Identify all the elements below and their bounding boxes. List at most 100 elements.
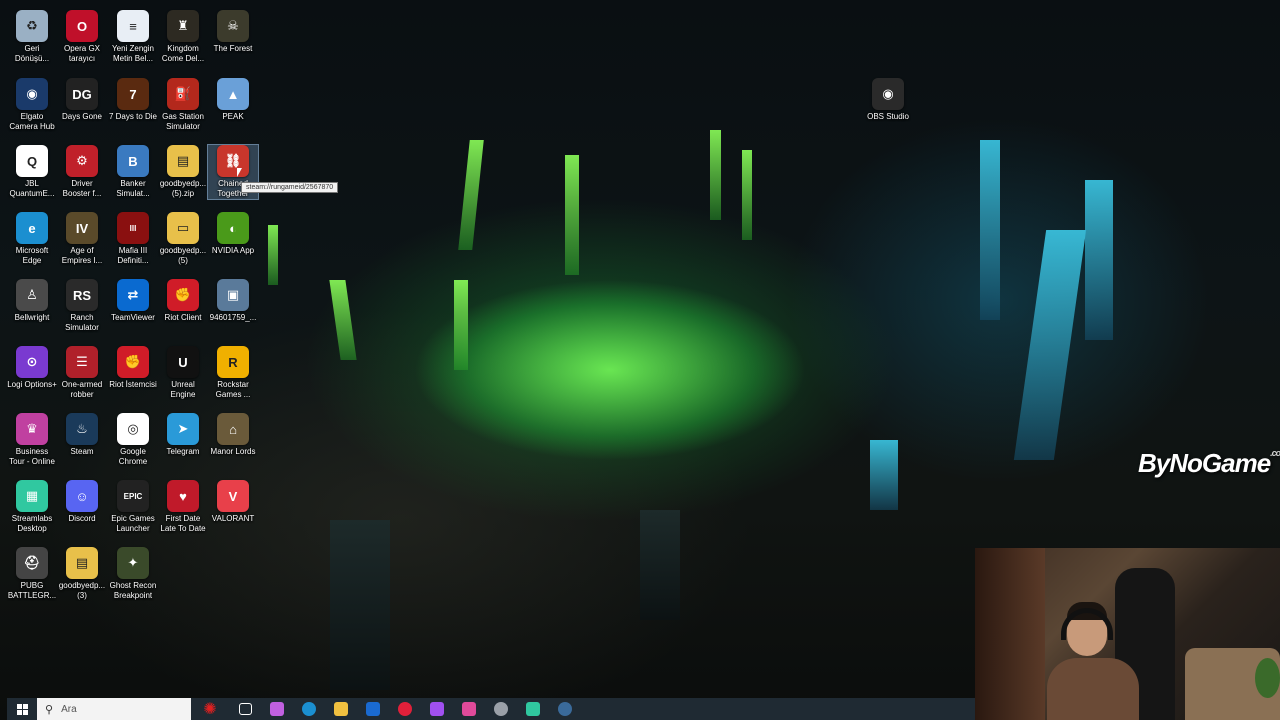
desktop-icon[interactable]: ♨ Steam: [57, 413, 107, 457]
rockstar-games-icon: R: [217, 346, 249, 378]
outlook-icon: [366, 702, 380, 716]
copilot-icon: [270, 702, 284, 716]
desktop-icon[interactable]: ♛ Business Tour - Online M...: [7, 413, 57, 467]
desktop-icon[interactable]: ⌂ Manor Lords: [208, 413, 258, 457]
edge-taskbar-icon: [302, 702, 316, 716]
search-highlight-icon[interactable]: ✺: [191, 698, 229, 720]
wallpaper-tower: [980, 140, 1000, 320]
desktop-icon[interactable]: B Banker Simulat...: [108, 145, 158, 199]
desktop-icon-label: Logi Options+: [7, 380, 57, 389]
desktop-icon[interactable]: IV Age of Empires I...: [57, 212, 107, 266]
holiday-highlight-icon: ✺: [203, 701, 217, 718]
desktop-icon-label: Business Tour - Online M...: [9, 447, 55, 466]
opera-gx-taskbar-icon: [398, 702, 412, 716]
desktop-icon[interactable]: ▤ goodbyedp... (3): [57, 547, 107, 601]
taskbar-app-button[interactable]: [229, 698, 261, 720]
desktop-icon-label: goodbyedp... (3): [58, 581, 106, 600]
desktop-icon[interactable]: ▭ goodbyedp... (5): [158, 212, 208, 266]
desktop-icon-label: Ranch Simulator: [65, 313, 99, 332]
image-file-icon: ▣: [217, 279, 249, 311]
wallpaper-tower: [870, 440, 898, 510]
opera-gx-icon: O: [66, 10, 98, 42]
desktop-icon[interactable]: ⇄ TeamViewer: [108, 279, 158, 323]
desktop-icon[interactable]: ≡ Yeni Zengin Metin Bel...: [108, 10, 158, 64]
taskbar-app-button[interactable]: [453, 698, 485, 720]
wallpaper-tower: [329, 280, 357, 360]
desktop-icon[interactable]: III Mafia III Definiti...: [108, 212, 158, 266]
desktop-icon[interactable]: ♜ Kingdom Come Del...: [158, 10, 208, 64]
desktop-icon-label: goodbyedp... (5).zip: [159, 179, 207, 198]
desktop-icon[interactable]: ✊ Riot Client: [158, 279, 208, 323]
watermark-suffix: .com: [1270, 448, 1280, 458]
desktop-icon[interactable]: ♥ First Date Late To Date: [158, 480, 208, 534]
desktop-icon[interactable]: ♻ Geri Dönüşü...: [7, 10, 57, 64]
desktop-icon[interactable]: RS Ranch Simulator: [57, 279, 107, 333]
desktop-icon[interactable]: U Unreal Engine: [158, 346, 208, 400]
taskbar-app-button[interactable]: [421, 698, 453, 720]
desktop-icon[interactable]: ⛑ PUBG BATTLEGR...: [7, 547, 57, 601]
desktop-icon-label: Manor Lords: [210, 447, 256, 456]
7-days-to-die-icon: 7: [117, 78, 149, 110]
taskbar-app-button[interactable]: [325, 698, 357, 720]
first-date-icon: ♥: [167, 480, 199, 512]
desktop-icon[interactable]: 7 7 Days to Die: [108, 78, 158, 122]
desktop-icon-label: JBL QuantumE...: [9, 179, 55, 198]
desktop-icon-label: Ghost Recon Breakpoint: [109, 581, 157, 600]
channel-watermark: ByNoGame.com: [1138, 448, 1280, 479]
desktop-icon[interactable]: O Opera GX tarayıcı: [57, 10, 107, 64]
desktop-icon[interactable]: EPIC Epic Games Launcher: [108, 480, 158, 534]
desktop-icon[interactable]: ⚙ Driver Booster f...: [57, 145, 107, 199]
taskbar-app-button[interactable]: [293, 698, 325, 720]
desktop-icon-label: Microsoft Edge: [15, 246, 49, 265]
desktop-icon[interactable]: ▦ Streamlabs Desktop: [7, 480, 57, 534]
taskbar-search[interactable]: ⚲ Ara: [37, 698, 191, 720]
webcam-overlay: [975, 548, 1280, 720]
zip-archive-icon: ▤: [167, 145, 199, 177]
desktop-icon[interactable]: ◉ OBS Studio: [863, 78, 913, 122]
desktop-icon[interactable]: ☺ Discord: [57, 480, 107, 524]
desktop-icon[interactable]: ♙ Bellwright: [7, 279, 57, 323]
taskbar: ⚲ Ara ✺: [7, 698, 975, 720]
settings-icon: [494, 702, 508, 716]
desktop-icon[interactable]: e Microsoft Edge: [7, 212, 57, 266]
start-button[interactable]: [7, 698, 37, 720]
taskbar-app-button[interactable]: [517, 698, 549, 720]
desktop-icon[interactable]: ☠ The Forest: [208, 10, 258, 54]
desktop-icon-label: Rockstar Games ...: [215, 380, 251, 399]
desktop-icon[interactable]: ☰ One-armed robber: [57, 346, 107, 400]
desktop-icon[interactable]: ✊ Riot İstemcisi: [108, 346, 158, 390]
desktop-icon-label: VALORANT: [211, 514, 255, 523]
webcam-person-body: [1047, 658, 1139, 720]
wallpaper-tower: [710, 130, 721, 220]
taskbar-app-button[interactable]: [389, 698, 421, 720]
desktop-icon[interactable]: ▲ PEAK: [208, 78, 258, 122]
desktop-icon-label: Riot İstemcisi: [109, 380, 157, 389]
desktop-icon[interactable]: ◉ Elgato Camera Hub: [7, 78, 57, 132]
desktop-icon[interactable]: ⊙ Logi Options+: [7, 346, 57, 390]
desktop-icon[interactable]: ⛽ Gas Station Simulator: [158, 78, 208, 132]
taskbar-app-button[interactable]: [549, 698, 581, 720]
taskbar-app-button[interactable]: [261, 698, 293, 720]
desktop-icon-label: Elgato Camera Hub: [9, 112, 55, 131]
desktop-icon-label: Streamlabs Desktop: [11, 514, 53, 533]
windows-start-icon: [16, 703, 28, 715]
desktop-icon[interactable]: ▣ 94601759_...: [208, 279, 258, 323]
desktop-icon[interactable]: Q JBL QuantumE...: [7, 145, 57, 199]
desktop-icon-label: Bellwright: [14, 313, 50, 322]
logi-options-icon: ⊙: [16, 346, 48, 378]
instagram-icon: [462, 702, 476, 716]
shortcut-tooltip: steam://rungameid/2567870: [241, 182, 339, 193]
desktop-icon[interactable]: ▤ goodbyedp... (5).zip: [158, 145, 208, 199]
chained-together-icon: ⛓: [217, 145, 249, 177]
desktop-icon[interactable]: ➤ Telegram: [158, 413, 208, 457]
desktop-icon[interactable]: ◐ NVIDIA App: [208, 212, 258, 256]
desktop-icon[interactable]: R Rockstar Games ...: [208, 346, 258, 400]
desktop-icon[interactable]: V VALORANT: [208, 480, 258, 524]
desktop-icon[interactable]: DG Days Gone: [57, 78, 107, 122]
zip-archive-icon: ▤: [66, 547, 98, 579]
desktop-icon[interactable]: ◎ Google Chrome: [108, 413, 158, 467]
taskbar-app-button[interactable]: [357, 698, 389, 720]
taskbar-app-button[interactable]: [485, 698, 517, 720]
business-tour-icon: ♛: [16, 413, 48, 445]
desktop-icon[interactable]: ✦ Ghost Recon Breakpoint: [108, 547, 158, 601]
